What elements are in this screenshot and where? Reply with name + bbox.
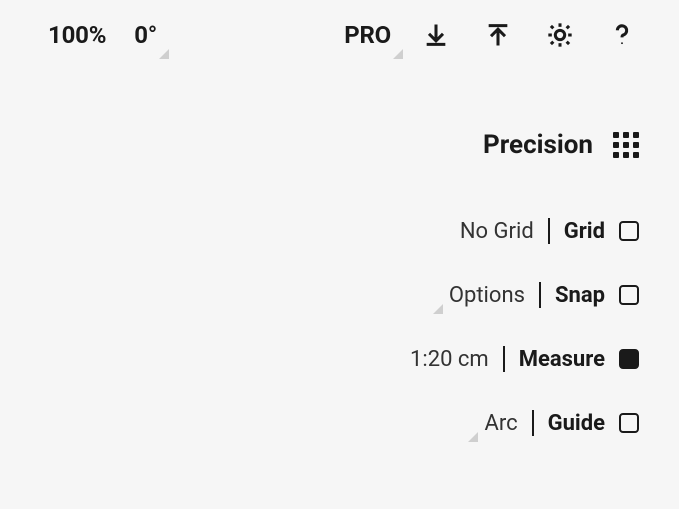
precision-panel-title: Precision <box>483 130 593 160</box>
upload-icon[interactable] <box>481 18 515 52</box>
guide-option[interactable]: Arc <box>484 411 517 436</box>
dropdown-corner-icon <box>433 304 443 314</box>
precision-panel: Precision No Grid Grid Options Snap 1:20 cm M… <box>410 130 639 436</box>
grid-option[interactable]: No Grid <box>460 219 534 244</box>
divider <box>532 410 534 436</box>
guide-checkbox[interactable] <box>619 413 639 433</box>
help-icon[interactable] <box>605 18 639 52</box>
snap-label: Snap <box>555 283 605 308</box>
precision-panel-header: Precision <box>483 130 639 160</box>
divider <box>539 282 541 308</box>
precision-row-measure[interactable]: 1:20 cm Measure <box>410 346 639 372</box>
snap-checkbox[interactable] <box>619 285 639 305</box>
zoom-level[interactable]: 100% <box>48 21 106 49</box>
measure-label: Measure <box>519 347 605 372</box>
grid-label: Grid <box>564 219 605 244</box>
precision-row-grid[interactable]: No Grid Grid <box>460 218 639 244</box>
precision-row-guide[interactable]: Arc Guide <box>484 410 639 436</box>
snap-option[interactable]: Options <box>449 283 525 308</box>
rotation-angle[interactable]: 0° <box>134 21 157 49</box>
guide-label: Guide <box>548 411 605 436</box>
divider <box>503 346 505 372</box>
grid-checkbox[interactable] <box>619 221 639 241</box>
drag-handle-icon[interactable] <box>613 132 639 158</box>
measure-option[interactable]: 1:20 cm <box>410 347 489 372</box>
gear-icon[interactable] <box>543 18 577 52</box>
pro-button[interactable]: PRO <box>344 21 391 49</box>
precision-row-snap[interactable]: Options Snap <box>449 282 639 308</box>
download-icon[interactable] <box>419 18 453 52</box>
dropdown-corner-icon <box>468 432 478 442</box>
divider <box>548 218 550 244</box>
measure-checkbox[interactable] <box>619 349 639 369</box>
top-toolbar: 100% 0° PRO <box>0 0 679 70</box>
